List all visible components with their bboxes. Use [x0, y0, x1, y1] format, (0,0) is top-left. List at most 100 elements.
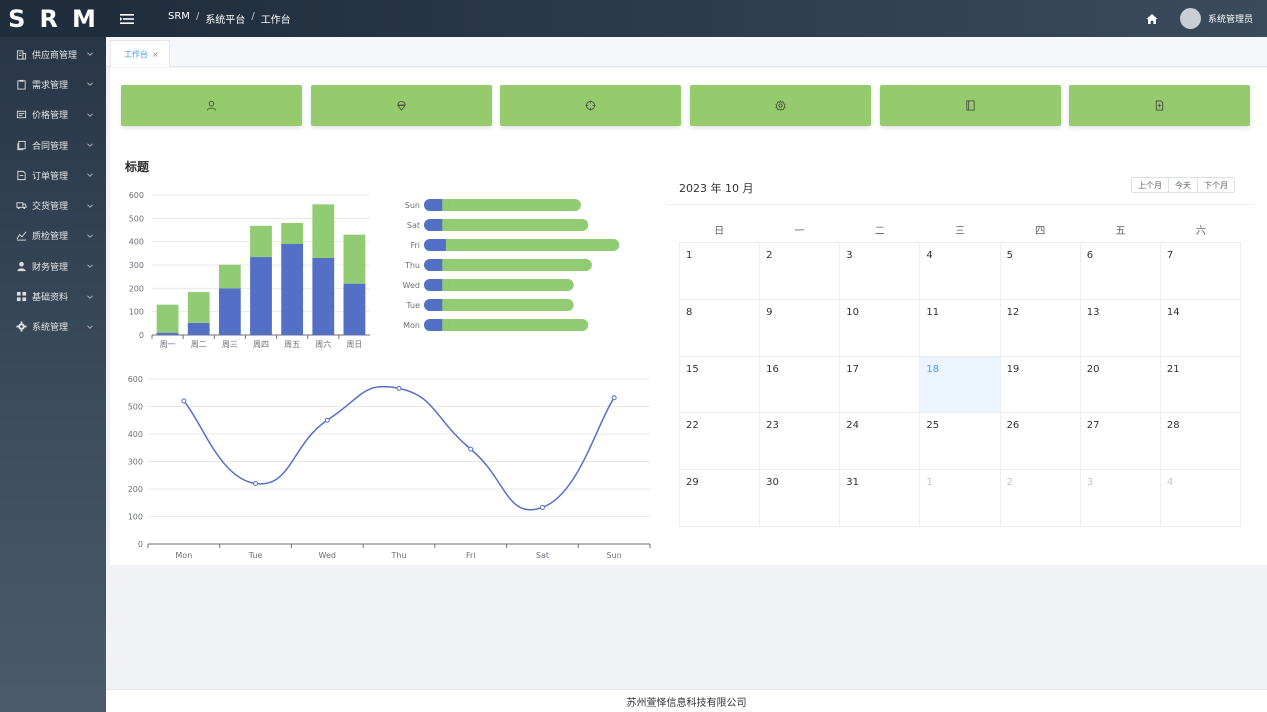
bar — [343, 234, 366, 284]
clipboard-icon — [16, 79, 27, 90]
prev-month-button[interactable]: 上个月 — [1132, 178, 1169, 192]
calendar-day[interactable]: 23 — [760, 413, 841, 471]
shortcut-button-document[interactable] — [1069, 85, 1250, 126]
calendar-day[interactable]: 17 — [840, 356, 921, 414]
next-month-button[interactable]: 下个月 — [1198, 178, 1234, 192]
avatar[interactable] — [1179, 8, 1201, 29]
calendar-day[interactable]: 3 — [1080, 470, 1161, 527]
sidebar-item-8[interactable]: 基础资料 — [0, 281, 106, 311]
calendar-day[interactable]: 4 — [920, 243, 1001, 300]
calendar-day[interactable]: 30 — [760, 470, 841, 527]
home-icon[interactable] — [1146, 13, 1158, 25]
document-copy-icon — [16, 140, 27, 151]
calendar-day[interactable]: 28 — [1160, 413, 1241, 471]
calendar-day[interactable]: 26 — [1000, 413, 1081, 471]
sidebar-menu: 供应商管理需求管理价格管理 合同管理 订单管理交货管理质检管理财务管理基础资料 系统管… — [0, 37, 106, 342]
calendar-day[interactable]: 15 — [680, 356, 761, 414]
calendar-day[interactable]: 24 — [840, 413, 921, 471]
x-tick-label: Wed — [319, 551, 336, 560]
sidebar-item-0[interactable]: 供应商管理 — [0, 39, 106, 69]
calendar-day[interactable]: 5 — [1000, 243, 1081, 300]
calendar-day[interactable]: 16 — [760, 356, 841, 414]
sidebar-item-label: 需求管理 — [32, 80, 69, 91]
username[interactable]: 系统管理员 — [1208, 12, 1253, 25]
calendar-day[interactable]: 2 — [1000, 470, 1081, 527]
calendar-day[interactable]: 13 — [1080, 299, 1161, 357]
bar-joint — [442, 279, 449, 291]
calendar-day[interactable]: 25 — [920, 413, 1001, 471]
sidebar-item-4[interactable]: 订单管理 — [0, 160, 106, 190]
chevron-down-icon — [87, 82, 93, 87]
calendar-day[interactable]: 14 — [1160, 299, 1241, 357]
sidebar-item-9[interactable]: 系统管理 — [0, 312, 106, 342]
aim-icon — [585, 100, 596, 111]
setting-icon — [775, 100, 786, 111]
user-filled-icon — [16, 261, 27, 272]
top-header: SRM / 系统平台 / 工作台 系统管理员 — [106, 0, 1267, 37]
calendar-weekday: 六 — [1195, 226, 1206, 237]
app-logo[interactable]: SRM — [0, 0, 106, 37]
calendar-day-today[interactable]: 18 — [920, 356, 1001, 414]
x-tick-label: 周三 — [222, 340, 238, 349]
bar — [187, 292, 210, 323]
sidebar-item-label: 供应商管理 — [32, 50, 78, 61]
sidebar-item-7[interactable]: 财务管理 — [0, 251, 106, 281]
calendar-day[interactable]: 29 — [680, 470, 761, 527]
y-tick-label: 400 — [129, 238, 144, 247]
calendar-day[interactable]: 19 — [1000, 356, 1081, 414]
calendar-day[interactable]: 20 — [1080, 356, 1161, 414]
y-tick-label: Wed — [403, 281, 420, 290]
sidebar-item-5[interactable]: 交货管理 — [0, 190, 106, 220]
panel-title: 标题 — [125, 160, 150, 174]
calendar-day[interactable]: 31 — [840, 470, 921, 527]
footer-company: 苏州萱怿信息科技有限公司 — [626, 697, 747, 709]
y-tick-label: 500 — [129, 214, 144, 223]
sidebar-item-label: 财务管理 — [32, 262, 69, 273]
shortcut-button-icecream[interactable] — [311, 85, 492, 126]
breadcrumb-item-platform[interactable]: 系统平台 — [205, 11, 245, 26]
sidebar-item-3[interactable]: 合同管理 — [0, 130, 106, 160]
calendar-day[interactable]: 1 — [680, 243, 761, 300]
calendar-day[interactable]: 12 — [1000, 299, 1081, 357]
sidebar-item-2[interactable]: 价格管理 — [0, 100, 106, 130]
shortcut-button-aim[interactable] — [500, 85, 681, 126]
hamburger-menu-icon[interactable] — [120, 13, 134, 25]
chevron-down-icon — [87, 113, 93, 117]
tab-label: 工作台 — [124, 49, 148, 59]
calendar-day[interactable]: 4 — [1160, 470, 1241, 527]
series-line — [183, 385, 615, 511]
x-tick-label: Thu — [390, 551, 406, 560]
calendar-day[interactable]: 2 — [760, 243, 841, 300]
tab-workbench[interactable]: 工作台 × — [110, 40, 170, 67]
calendar-day[interactable]: 9 — [760, 299, 841, 357]
notebook-icon — [966, 100, 975, 111]
bar — [187, 322, 210, 335]
close-icon[interactable]: × — [152, 50, 159, 59]
calendar-day[interactable]: 10 — [840, 299, 921, 357]
sidebar-item-1[interactable]: 需求管理 — [0, 69, 106, 99]
chevron-down-icon — [87, 325, 93, 329]
stacked-bar-chart: 0 100 200 300 400 500 600 周一 周二 周三 周四 周五 周六 周日 — [129, 191, 370, 349]
calendar-day[interactable]: 22 — [680, 413, 761, 471]
footer: 苏州萱怿信息科技有限公司 — [106, 689, 1267, 712]
bar — [424, 259, 592, 271]
calendar-day[interactable]: 7 — [1160, 243, 1241, 300]
calendar-day[interactable]: 27 — [1080, 413, 1161, 471]
breadcrumb-item-srm[interactable]: SRM — [168, 11, 190, 26]
sidebar-item-6[interactable]: 质检管理 — [0, 221, 106, 251]
y-tick-label: 100 — [129, 308, 144, 317]
shortcut-button-user[interactable] — [121, 85, 302, 126]
today-button[interactable]: 今天 — [1169, 178, 1198, 192]
shortcut-button-setting[interactable] — [690, 85, 871, 126]
chevron-down-icon — [87, 204, 93, 208]
shortcut-button-notebook[interactable] — [880, 85, 1061, 126]
calendar-day[interactable]: 6 — [1080, 243, 1161, 300]
chevron-down-icon — [87, 294, 93, 299]
calendar-day[interactable]: 8 — [680, 299, 761, 357]
calendar-day[interactable]: 11 — [920, 299, 1001, 357]
y-tick-label: 200 — [129, 284, 144, 293]
calendar-day[interactable]: 3 — [840, 243, 921, 300]
calendar-day[interactable]: 21 — [1160, 356, 1241, 414]
sidebar-item-label: 交货管理 — [32, 202, 69, 213]
calendar-day[interactable]: 1 — [920, 470, 1001, 527]
